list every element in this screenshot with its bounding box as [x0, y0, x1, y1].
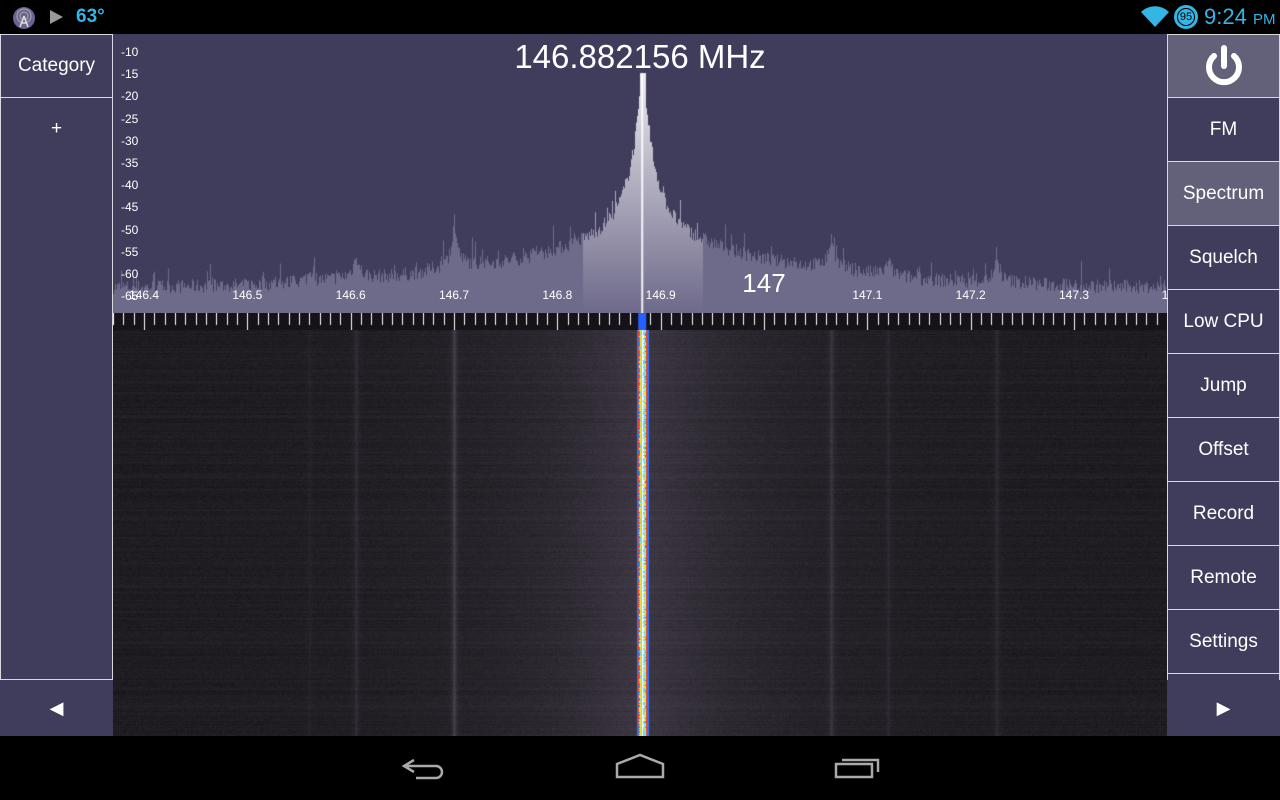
menu-remote-button[interactable]: Remote [1167, 545, 1280, 610]
prev-button[interactable]: ◀ [0, 680, 113, 736]
db-axis-label: -30 [121, 133, 139, 148]
frequency-display[interactable]: 146.882156 MHz [113, 38, 1167, 76]
db-axis-label: -20 [121, 89, 139, 104]
frequency-axis-label: 147.3 [1058, 288, 1090, 302]
frequency-ruler[interactable] [113, 313, 1167, 330]
add-category-button[interactable]: + [0, 97, 113, 161]
menu-item-label: Record [1192, 502, 1255, 524]
frequency-axis-label: 147 [742, 268, 786, 298]
menu-item-label: Remote [1190, 566, 1257, 588]
prev-label: ◀ [49, 697, 64, 718]
frequency-axis-label: 147.2 [955, 288, 986, 302]
clock-ampm: PM [1252, 11, 1276, 28]
db-axis-label: -40 [121, 178, 139, 193]
status-bar: 63° 95 9:24 PM [0, 0, 1280, 34]
menu-item-label: Low CPU [1183, 310, 1264, 332]
menu-jump-button[interactable]: Jump [1167, 353, 1280, 418]
category-label: Category [17, 55, 96, 76]
clock-time: 9:24 [1204, 4, 1247, 29]
frequency-axis-label: 146.7 [438, 288, 470, 302]
play-icon [50, 10, 63, 24]
menu-fm-button[interactable]: FM [1167, 97, 1280, 162]
category-button[interactable]: Category [0, 34, 113, 98]
clock: 9:24 PM [1204, 4, 1275, 30]
menu-settings-button[interactable]: Settings [1167, 609, 1280, 674]
frequency-axis-label: 146.9 [645, 288, 676, 302]
db-axis-label: -15 [121, 67, 139, 82]
nav-bar [0, 736, 1280, 800]
menu-low-cpu-button[interactable]: Low CPU [1167, 289, 1280, 354]
db-axis-label: -35 [121, 156, 139, 170]
recent-apps-icon[interactable] [834, 752, 882, 782]
wifi-icon [1141, 6, 1169, 28]
menu-item-label: FM [1209, 118, 1238, 140]
frequency-axis-label: 1 [1161, 288, 1169, 302]
menu-record-button[interactable]: Record [1167, 481, 1280, 546]
frequency-axis-label: 146.8 [542, 288, 573, 302]
frequency-axis-label: 147.1 [852, 288, 883, 302]
waterfall-view[interactable] [113, 330, 1167, 736]
menu-item-label: Offset [1198, 438, 1249, 460]
waterfall [113, 330, 1167, 736]
category-list [0, 160, 113, 680]
menu-item-label: Spectrum [1182, 182, 1265, 204]
back-icon[interactable] [400, 752, 448, 784]
db-axis-label: -45 [121, 200, 139, 215]
menu-item-label: Jump [1200, 374, 1247, 396]
db-axis-label: -60 [121, 267, 139, 281]
db-axis-label: -55 [121, 244, 139, 259]
db-axis-label: -25 [121, 111, 139, 126]
db-axis-label: -50 [121, 222, 139, 237]
menu-spectrum-button[interactable]: Spectrum [1167, 161, 1280, 226]
frequency-axis-label: 146.5 [232, 288, 263, 302]
menu-offset-button[interactable]: Offset [1167, 417, 1280, 482]
home-icon[interactable] [614, 752, 666, 782]
menu-squelch-button[interactable]: Squelch [1167, 225, 1280, 290]
battery-icon: 95 [1174, 5, 1198, 29]
temperature: 63° [76, 6, 105, 27]
frequency-axis-label: 146.4 [128, 288, 160, 302]
next-label: ▶ [1216, 697, 1231, 718]
menu-item-label: Squelch [1189, 246, 1258, 268]
add-label: + [50, 118, 63, 139]
db-axis-label: -10 [121, 45, 139, 59]
radio-tower-icon [13, 7, 35, 29]
power-icon [1205, 45, 1242, 86]
power-button[interactable] [1167, 34, 1280, 98]
battery-level: 95 [1178, 9, 1194, 25]
next-button[interactable]: ▶ [1167, 680, 1280, 736]
frequency-axis-label: 146.6 [335, 288, 366, 302]
spectrum-view[interactable]: 146.882156 MHz -10 -15 -20 -25 -30 -35 -40 -45 -… [113, 34, 1169, 313]
menu-item-label: Settings [1189, 630, 1258, 652]
